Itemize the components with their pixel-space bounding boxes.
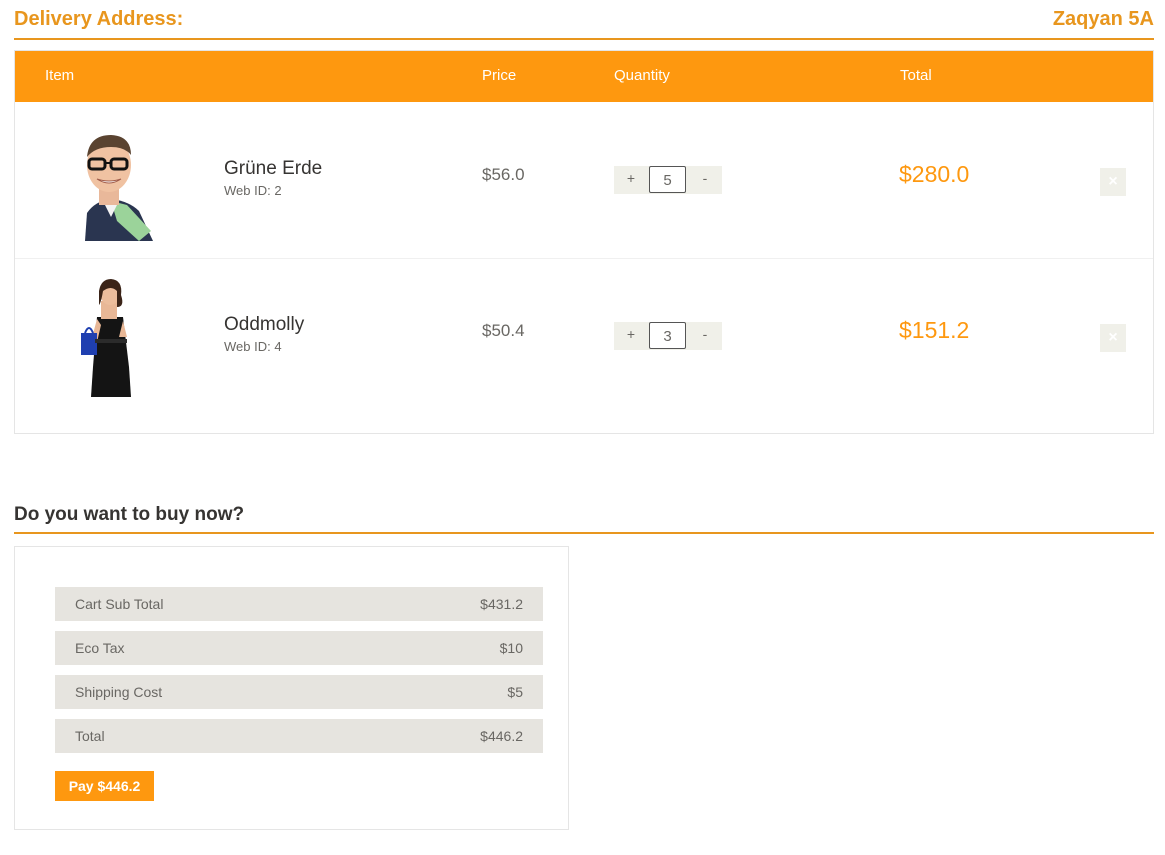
summary-row-subtotal: Cart Sub Total $431.2 — [55, 587, 543, 621]
quantity-stepper: + 5 - — [614, 166, 722, 194]
quantity-input[interactable]: 3 — [649, 322, 686, 349]
product-web-id: Web ID: 4 — [224, 339, 282, 354]
product-image[interactable] — [55, 121, 165, 241]
product-name[interactable]: Oddmolly — [224, 314, 304, 336]
summary-amount: $5 — [507, 684, 523, 700]
delete-item-button[interactable]: × — [1100, 168, 1126, 196]
summary-row-total: Total $446.2 — [55, 719, 543, 753]
line-total: $280.0 — [899, 161, 970, 187]
quantity-input[interactable]: 5 — [649, 166, 686, 193]
product-image[interactable] — [55, 277, 165, 397]
summary-label: Eco Tax — [75, 640, 125, 656]
summary-row-eco-tax: Eco Tax $10 — [55, 631, 543, 665]
quantity-decrease-button[interactable]: - — [688, 322, 722, 350]
cart-table: Item Price Quantity Total Grüne Erde Web… — [14, 50, 1154, 434]
summary-amount: $10 — [499, 640, 523, 656]
summary-label: Shipping Cost — [75, 684, 163, 700]
close-icon: × — [1108, 329, 1118, 346]
order-summary: Cart Sub Total $431.2 Eco Tax $10 Shippi… — [14, 546, 569, 830]
buy-now-title: Do you want to buy now? — [14, 504, 245, 525]
summary-row-shipping: Shipping Cost $5 — [55, 675, 543, 709]
summary-label: Total — [75, 728, 105, 744]
close-icon: × — [1108, 173, 1118, 190]
quantity-increase-button[interactable]: + — [614, 166, 648, 194]
summary-label: Cart Sub Total — [75, 596, 164, 612]
summary-amount: $431.2 — [480, 596, 523, 612]
pay-button[interactable]: Pay $446.2 — [55, 771, 154, 801]
delete-item-button[interactable]: × — [1100, 324, 1126, 352]
product-name[interactable]: Grüne Erde — [224, 158, 322, 180]
delivery-address-value: Zaqyan 5A — [1052, 8, 1154, 30]
summary-amount: $446.2 — [480, 728, 523, 744]
column-header-total: Total — [900, 67, 932, 84]
column-header-item: Item — [45, 67, 75, 84]
quantity-decrease-button[interactable]: - — [688, 166, 722, 194]
cart-row: Oddmolly Web ID: 4 $50.4 + 3 - $151.2 × — [15, 259, 1153, 414]
line-total: $151.2 — [899, 317, 970, 343]
product-price: $50.4 — [482, 321, 525, 340]
cart-row: Grüne Erde Web ID: 2 $56.0 + 5 - $280.0 … — [15, 103, 1153, 259]
buy-now-header: Do you want to buy now? — [14, 504, 1154, 534]
quantity-increase-button[interactable]: + — [614, 322, 648, 350]
cart-table-header: Item Price Quantity Total — [15, 51, 1153, 102]
quantity-stepper: + 3 - — [614, 322, 722, 350]
column-header-quantity: Quantity — [614, 67, 670, 84]
product-price: $56.0 — [482, 165, 525, 184]
delivery-address-label: Delivery Address: — [14, 8, 184, 30]
product-web-id: Web ID: 2 — [224, 183, 282, 198]
delivery-address-header: Delivery Address: Zaqyan 5A — [14, 4, 1154, 40]
column-header-price: Price — [482, 67, 517, 84]
